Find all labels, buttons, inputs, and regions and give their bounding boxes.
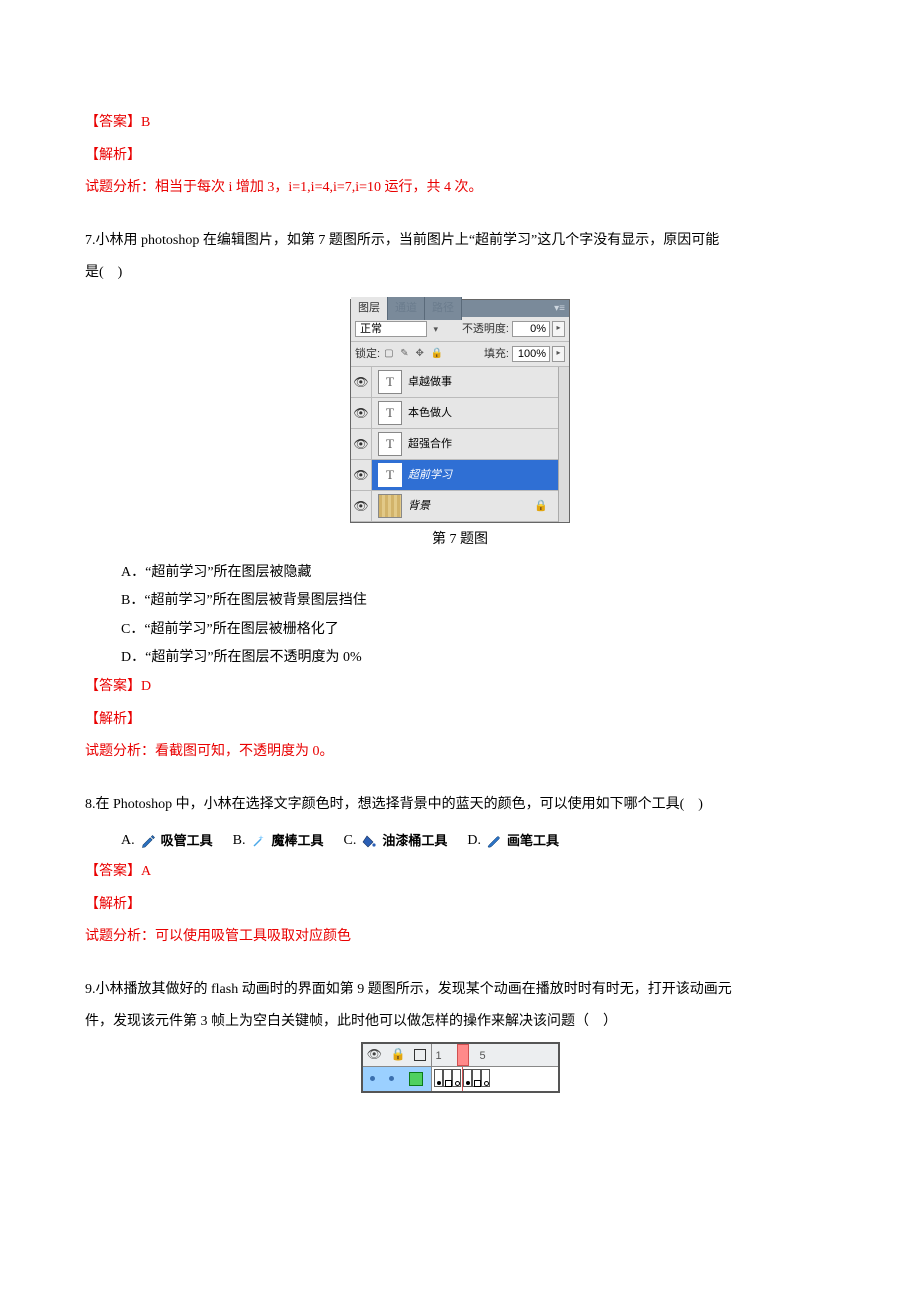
ps-fill-arrow-icon: ▸ (552, 346, 565, 362)
q8-options-row: A. 吸管工具 B. 魔棒工具 C. 油漆桶工具 D. (85, 824, 835, 859)
q6-analysis-text: 试题分析：相当于每次 i 增加 3，i=1,i=4,i=7,i=10 运行，共 … (85, 175, 835, 202)
ps-layer-name: 背景 (408, 496, 430, 517)
q9-figure: 👁 🔒 1 5 (85, 1042, 835, 1093)
ps-bg-thumb-icon (378, 494, 402, 518)
q7-stem-line2: 是( ) (85, 260, 835, 287)
q7-option-d: D．“超前学习”所在图层不透明度为 0% (121, 645, 835, 672)
ps-opacity-value: 0% (512, 321, 550, 337)
q7-option-c: C．“超前学习”所在图层被栅格化了 (121, 617, 835, 644)
q8-option-c: C. 油漆桶工具 (344, 828, 448, 855)
q8-letter: A. (121, 828, 135, 855)
ps-fill-label: 填充: (484, 344, 509, 365)
fl-header-icons: 👁 🔒 (363, 1044, 432, 1066)
fl-playhead-icon (457, 1044, 469, 1066)
ps-tab-layers: 图层 (351, 297, 388, 320)
ps-text-thumb-icon: T (378, 432, 402, 456)
fl-outline-icon (414, 1049, 426, 1061)
ps-eye-icon: 👁 (351, 398, 372, 428)
q8-letter: C. (344, 828, 357, 855)
fl-frame-cell (443, 1069, 452, 1087)
ps-text-thumb-icon: T (378, 370, 402, 394)
fl-eye-icon: 👁 (367, 1043, 382, 1066)
ps-lock-row: 锁定: ▢ ✎ ✥ 🔒 填充: 100% ▸ (351, 342, 569, 367)
ps-layer-row: 👁 T 超强合作 (351, 429, 558, 460)
fl-keyframe-icon (463, 1069, 472, 1087)
ps-eye-icon: 👁 (351, 367, 372, 397)
q9-stem-line1: 9.小林播放其做好的 flash 动画时的界面如第 9 题图所示，发现某个动画在… (85, 977, 835, 1004)
q8-option-b: B. 魔棒工具 (233, 828, 324, 855)
ps-layers-panel: 图层 通道 路径 ▾≡ 正常 不透明度: 0% ▸ 锁定: ▢ ✎ ✥ 🔒 填充… (350, 299, 570, 523)
ps-lock-icons: ▢ ✎ ✥ 🔒 (384, 344, 445, 363)
q6-answer: 【答案】B (85, 110, 835, 137)
flash-timeline-panel: 👁 🔒 1 5 (361, 1042, 560, 1093)
ps-blend-row: 正常 不透明度: 0% ▸ (351, 317, 569, 342)
q7-analysis-label: 【解析】 (85, 707, 835, 734)
ps-layer-name: 卓越做事 (408, 372, 452, 393)
magic-wand-icon (250, 834, 266, 850)
q8-answer: 【答案】A (85, 859, 835, 886)
q8-option-a: A. 吸管工具 (121, 828, 213, 855)
fl-lock-icon: 🔒 (391, 1043, 406, 1066)
q7-figure: 图层 通道 路径 ▾≡ 正常 不透明度: 0% ▸ 锁定: ▢ ✎ ✥ 🔒 填充… (85, 293, 835, 527)
fl-blank-keyframe-icon (452, 1069, 461, 1087)
ps-tabs: 图层 通道 路径 ▾≡ (351, 300, 569, 317)
fl-frame-cell (472, 1069, 481, 1087)
ps-layer-row-selected: 👁 T 超前学习 (351, 460, 558, 491)
ps-lock-icon: 🔒 (534, 496, 548, 517)
brush-icon (486, 834, 502, 850)
ps-layer-row: 👁 背景 🔒 (351, 491, 558, 522)
q8-tool-name: 吸管工具 (161, 829, 213, 854)
ps-layer-row: 👁 T 卓越做事 (351, 367, 558, 398)
fl-frame-number: 5 (480, 1046, 486, 1067)
fl-dot-icon (370, 1076, 375, 1081)
ps-text-thumb-icon: T (378, 463, 402, 487)
fl-frame-number: 1 (436, 1046, 442, 1067)
paint-bucket-icon (361, 834, 377, 850)
fl-color-swatch-icon (409, 1072, 423, 1086)
ps-layer-name: 本色做人 (408, 403, 452, 424)
ps-fill-value: 100% (512, 346, 550, 362)
q8-tool-name: 魔棒工具 (271, 829, 323, 854)
ps-lock-label: 锁定: (355, 344, 380, 365)
ps-panel-menu-icon: ▾≡ (554, 299, 569, 318)
ps-blend-mode: 正常 (355, 321, 427, 337)
ps-scrollbar (558, 367, 569, 522)
ps-tab-channels: 通道 (388, 297, 425, 320)
q7-answer: 【答案】D (85, 674, 835, 701)
q8-stem: 8.在 Photoshop 中，小林在选择文字颜色时，想选择背景中的蓝天的颜色，… (85, 792, 835, 819)
q8-analysis-label: 【解析】 (85, 892, 835, 919)
q7-analysis-text: 试题分析：看截图可知，不透明度为 0。 (85, 739, 835, 766)
q8-letter: D. (467, 828, 481, 855)
ps-text-thumb-icon: T (378, 401, 402, 425)
q8-tool-name: 油漆桶工具 (382, 829, 447, 854)
fl-frames-area (432, 1067, 558, 1091)
ps-eye-icon: 👁 (351, 491, 372, 521)
eyedropper-icon (140, 834, 156, 850)
q8-letter: B. (233, 828, 246, 855)
q9-stem-line2: 件，发现该元件第 3 帧上为空白关键帧，此时他可以做怎样的操作来解决该问题（ ） (85, 1009, 835, 1036)
q7-option-b: B．“超前学习”所在图层被背景图层挡住 (121, 588, 835, 615)
q8-tool-name: 画笔工具 (507, 829, 559, 854)
ps-eye-icon: 👁 (351, 460, 372, 490)
q8-analysis-text: 试题分析：可以使用吸管工具吸取对应颜色 (85, 924, 835, 951)
fl-layer-row-left (363, 1067, 432, 1091)
ps-eye-icon: 👁 (351, 429, 372, 459)
ps-opacity-arrow-icon: ▸ (552, 321, 565, 337)
fl-keyframe-icon (434, 1069, 443, 1087)
q7-option-a: A．“超前学习”所在图层被隐藏 (121, 560, 835, 587)
fl-dot-icon (389, 1076, 394, 1081)
q6-analysis-label: 【解析】 (85, 143, 835, 170)
q7-caption: 第 7 题图 (85, 527, 835, 554)
ps-opacity-label: 不透明度: (462, 319, 509, 340)
ps-layer-name: 超强合作 (408, 434, 452, 455)
ps-tab-paths: 路径 (425, 297, 462, 320)
q7-stem-line1: 7.小林用 photoshop 在编辑图片，如第 7 题图所示，当前图片上“超前… (85, 228, 835, 255)
fl-frame-ruler: 1 5 (432, 1044, 558, 1066)
ps-layer-row: 👁 T 本色做人 (351, 398, 558, 429)
ps-layer-name: 超前学习 (408, 465, 452, 486)
fl-blank-keyframe-icon (481, 1069, 490, 1087)
q8-option-d: D. 画笔工具 (467, 828, 559, 855)
